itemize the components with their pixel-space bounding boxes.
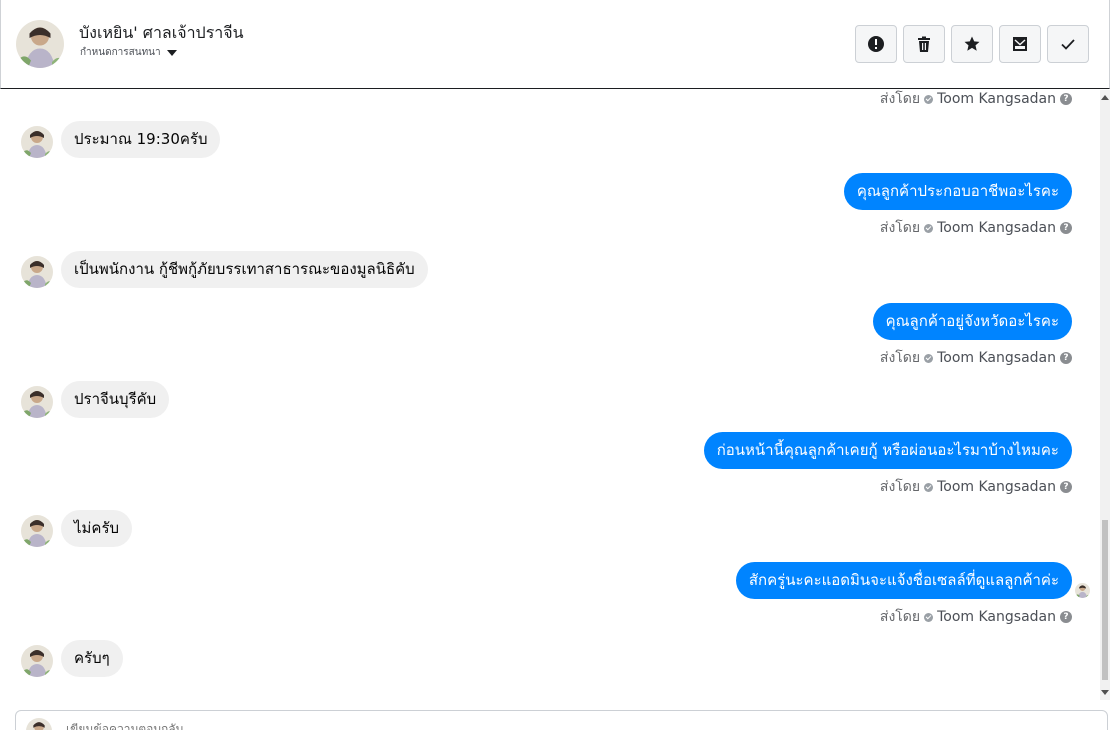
agent-name[interactable]: Toom Kangsadan bbox=[937, 479, 1056, 495]
agent-name[interactable]: Toom Kangsadan bbox=[937, 350, 1056, 366]
help-icon[interactable]: ? bbox=[1060, 481, 1072, 493]
alert-icon bbox=[868, 36, 884, 52]
verified-icon bbox=[924, 94, 934, 104]
star-icon bbox=[964, 36, 980, 51]
trash-icon bbox=[918, 36, 930, 52]
sent-by-meta: ส่งโดย Toom Kangsadan ? bbox=[880, 90, 1072, 110]
envelope-icon bbox=[1013, 37, 1027, 51]
scroll-down-arrow-icon[interactable] bbox=[1101, 690, 1109, 695]
sent-by-label: ส่งโดย bbox=[879, 350, 921, 366]
help-icon[interactable]: ? bbox=[1060, 611, 1072, 623]
mark-done-button[interactable] bbox=[1047, 25, 1089, 63]
conversation-settings[interactable]: กำหนดการสนทนา bbox=[80, 45, 177, 60]
outgoing-message[interactable]: สักครู่นะคะแอดมินจะแจ้งชื่อเซลล์ที่ดูแลล… bbox=[735, 562, 1072, 599]
action-toolbar bbox=[855, 25, 1089, 63]
outgoing-message[interactable]: คุณลูกค้าประกอบอาชีพอะไรคะ bbox=[843, 173, 1072, 210]
sent-by-label: ส่งโดย bbox=[879, 220, 921, 236]
agent-name[interactable]: Toom Kangsadan bbox=[937, 91, 1056, 107]
reply-input[interactable] bbox=[66, 720, 966, 730]
conversation-header: บังเหยิน' ศาลเจ้าปราจีน กำหนดการสนทนา bbox=[0, 0, 1110, 89]
incoming-message[interactable]: ไม่ครับ bbox=[61, 510, 133, 547]
thread-scrollbar[interactable] bbox=[1100, 90, 1110, 700]
reply-composer bbox=[15, 710, 1108, 730]
verified-icon bbox=[924, 482, 934, 492]
conversation-settings-label: กำหนดการสนทนา bbox=[80, 47, 161, 58]
incoming-message[interactable]: ปราจีนบุรีคับ bbox=[61, 381, 170, 418]
verified-icon bbox=[924, 612, 934, 622]
delete-button[interactable] bbox=[903, 25, 945, 63]
agent-name[interactable]: Toom Kangsadan bbox=[937, 220, 1056, 236]
help-icon[interactable]: ? bbox=[1060, 93, 1072, 105]
help-icon[interactable]: ? bbox=[1060, 222, 1072, 234]
scroll-thumb[interactable] bbox=[1102, 520, 1108, 680]
contact-avatar-small[interactable] bbox=[21, 515, 53, 547]
sent-by-meta: ส่งโดย Toom Kangsadan ? bbox=[880, 217, 1072, 239]
sent-by-meta: ส่งโดย Toom Kangsadan ? bbox=[880, 347, 1072, 369]
sent-by-label: ส่งโดย bbox=[879, 91, 921, 107]
help-icon[interactable]: ? bbox=[1060, 352, 1072, 364]
sent-by-label: ส่งโดย bbox=[879, 479, 921, 495]
agent-avatar bbox=[26, 718, 52, 730]
seen-by-avatar bbox=[1075, 583, 1090, 598]
contact-avatar-small[interactable] bbox=[21, 256, 53, 288]
scroll-up-arrow-icon[interactable] bbox=[1101, 95, 1109, 100]
verified-icon bbox=[924, 353, 934, 363]
incoming-message[interactable]: ครับๆ bbox=[61, 640, 123, 677]
check-icon bbox=[1061, 39, 1075, 50]
message-thread[interactable]: ส่งโดย Toom Kangsadan ? ประมาณ 19:30ครับ… bbox=[0, 90, 1100, 700]
star-button[interactable] bbox=[951, 25, 993, 63]
mark-spam-button[interactable] bbox=[855, 25, 897, 63]
sent-by-meta: ส่งโดย Toom Kangsadan ? bbox=[880, 606, 1072, 628]
agent-name[interactable]: Toom Kangsadan bbox=[937, 609, 1056, 625]
caret-down-icon bbox=[166, 49, 177, 56]
contact-avatar-small[interactable] bbox=[21, 126, 53, 158]
contact-name[interactable]: บังเหยิน' ศาลเจ้าปราจีน bbox=[79, 21, 244, 46]
contact-avatar-small[interactable] bbox=[21, 645, 53, 677]
contact-avatar[interactable] bbox=[16, 20, 64, 68]
outgoing-message[interactable]: คุณลูกค้าอยู่จังหวัดอะไรคะ bbox=[872, 303, 1072, 340]
outgoing-message[interactable]: ก่อนหน้านี้คุณลูกค้าเคยกู้ หรือผ่อนอะไรม… bbox=[703, 432, 1072, 469]
sent-by-meta: ส่งโดย Toom Kangsadan ? bbox=[880, 476, 1072, 498]
incoming-message[interactable]: เป็นพนักงาน กู้ชีพกู้ภัยบรรเทาสาธารณะของ… bbox=[61, 251, 428, 288]
mark-unread-button[interactable] bbox=[999, 25, 1041, 63]
verified-icon bbox=[924, 223, 934, 233]
incoming-message[interactable]: ประมาณ 19:30ครับ bbox=[61, 121, 221, 158]
sent-by-label: ส่งโดย bbox=[879, 609, 921, 625]
contact-avatar-small[interactable] bbox=[21, 386, 53, 418]
